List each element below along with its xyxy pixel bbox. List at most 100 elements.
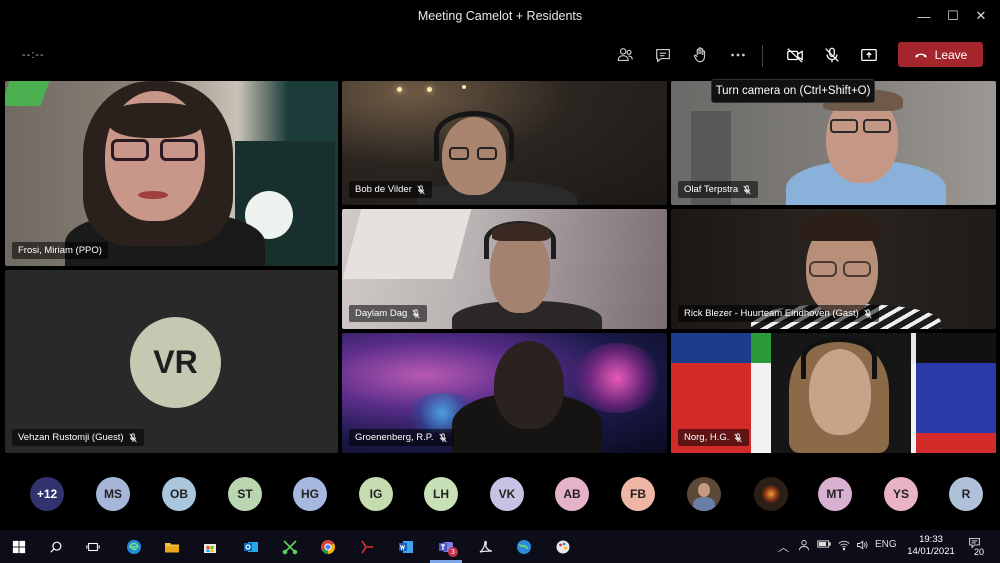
video-tile-rick[interactable]: Rick Blezer - Huurteam Eindhoven (Gast): [671, 209, 996, 329]
more-options-icon[interactable]: [725, 43, 751, 67]
participant-avatar[interactable]: IG: [359, 477, 393, 511]
mic-muted-icon: [864, 308, 872, 318]
participant-name-label: Frosi, Miriam (PPO): [12, 242, 108, 259]
teams-badge: 3: [448, 547, 458, 557]
participant-name: Frosi, Miriam (PPO): [18, 245, 102, 256]
clock-date: 14/01/2021: [907, 546, 955, 557]
person-mouth: [138, 191, 168, 199]
participant-avatar-row: +12 MS OB ST HG IG LH VK AB FB MT YS R: [0, 463, 1000, 529]
word-icon[interactable]: [396, 537, 416, 557]
clock-time: 19:33: [919, 534, 943, 545]
chat-icon[interactable]: [650, 43, 676, 67]
participant-name: Daylam Dag: [355, 308, 408, 319]
participant-name-label: Bob de Vilder: [349, 181, 432, 198]
avatar-photo-body: [693, 497, 715, 511]
participant-name-label: Groenenberg, R.P.: [349, 429, 454, 446]
participant-name: Rick Blezer - Huurteam Eindhoven (Gast): [684, 308, 859, 319]
snipping-tool-icon[interactable]: [280, 537, 300, 557]
participant-name-label: Olaf Terpstra: [678, 181, 759, 198]
edge-browser-icon[interactable]: [124, 537, 144, 557]
ceiling-light: [462, 85, 466, 89]
background-nebula: [572, 343, 662, 413]
store-icon[interactable]: [200, 537, 220, 557]
participant-name: Groenenberg, R.P.: [355, 432, 434, 443]
mic-muted-icon: [412, 308, 420, 318]
task-view-icon[interactable]: [83, 537, 103, 557]
participant-name-label: Daylam Dag: [349, 305, 428, 322]
glasses-left: [449, 147, 469, 160]
glasses-right: [843, 261, 871, 277]
participant-avatar[interactable]: VK: [490, 477, 524, 511]
mic-off-icon[interactable]: [819, 43, 845, 67]
participant-avatar[interactable]: FB: [621, 477, 655, 511]
participant-name: Norg, H.G.: [684, 432, 730, 443]
participant-avatar[interactable]: HG: [293, 477, 327, 511]
participant-name-label: Vehzan Rustomji (Guest): [12, 429, 144, 446]
outlook-icon[interactable]: [241, 537, 261, 557]
acrobat-icon[interactable]: [476, 537, 496, 557]
people-tray-icon[interactable]: [798, 539, 810, 554]
chrome-icon[interactable]: [318, 537, 338, 557]
avatar-photo-face: [698, 483, 710, 497]
camera-tooltip: Turn camera on (Ctrl+Shift+O): [711, 79, 875, 103]
avatar: VR: [130, 317, 221, 408]
maximize-button[interactable]: ☐: [942, 6, 964, 26]
paint-app-icon[interactable]: [553, 537, 573, 557]
participant-name: Bob de Vilder: [355, 184, 412, 195]
mic-muted-icon: [438, 432, 447, 442]
participant-name: Olaf Terpstra: [684, 184, 739, 195]
video-tile-frosi[interactable]: Frosi, Miriam (PPO): [5, 81, 338, 266]
participant-avatar[interactable]: OB: [162, 477, 196, 511]
participant-avatar-photo[interactable]: [687, 477, 721, 511]
windows-start-icon[interactable]: [9, 537, 29, 557]
participant-name: Vehzan Rustomji (Guest): [18, 432, 124, 443]
meeting-timer: --:--: [22, 49, 45, 61]
leave-label: Leave: [934, 47, 968, 62]
search-icon[interactable]: [46, 537, 66, 557]
video-tile-bob[interactable]: Bob de Vilder: [342, 81, 667, 205]
leave-button[interactable]: Leave: [898, 42, 983, 67]
file-explorer-icon[interactable]: [162, 537, 182, 557]
minimize-button[interactable]: —: [913, 6, 935, 26]
volume-icon[interactable]: [856, 539, 868, 554]
background-wall: [342, 209, 472, 279]
close-button[interactable]: ✕: [970, 6, 992, 26]
participants-icon[interactable]: [612, 43, 638, 67]
taskbar-clock[interactable]: 19:33 14/01/2021: [900, 534, 962, 558]
ceiling-light: [427, 87, 432, 92]
glasses-left: [809, 261, 837, 277]
mic-muted-icon: [128, 432, 137, 442]
mic-muted-icon: [734, 432, 743, 442]
headphones: [801, 337, 877, 379]
language-indicator[interactable]: ENG: [875, 539, 897, 550]
participant-avatar[interactable]: MS: [96, 477, 130, 511]
glasses-right: [477, 147, 497, 160]
share-screen-icon[interactable]: [856, 43, 882, 67]
participant-avatar[interactable]: YS: [884, 477, 918, 511]
participant-avatar-photo[interactable]: [754, 477, 788, 511]
participant-avatar[interactable]: LH: [424, 477, 458, 511]
headset: [434, 111, 514, 161]
participant-avatar-overflow[interactable]: +12: [30, 477, 64, 511]
person-fringe: [109, 103, 203, 138]
video-tile-norg[interactable]: Norg, H.G.: [671, 333, 996, 453]
participant-avatar[interactable]: MT: [818, 477, 852, 511]
battery-icon[interactable]: [817, 539, 831, 552]
globe-app-icon[interactable]: [514, 537, 534, 557]
glasses-right: [160, 139, 198, 161]
video-tile-daylam[interactable]: Daylam Dag: [342, 209, 667, 329]
app-icon[interactable]: [357, 537, 377, 557]
participant-avatar[interactable]: AB: [555, 477, 589, 511]
raise-hand-icon[interactable]: [687, 43, 713, 67]
wifi-icon[interactable]: [838, 539, 850, 554]
video-tile-vehzan[interactable]: VR Vehzan Rustomji (Guest): [5, 270, 338, 453]
glasses-left: [830, 119, 858, 133]
teams-icon[interactable]: 3: [436, 537, 458, 557]
window-titlebar: Meeting Camelot + Residents — ☐ ✕: [0, 0, 1000, 33]
participant-avatar[interactable]: ST: [228, 477, 262, 511]
video-tile-groenenberg[interactable]: Groenenberg, R.P.: [342, 333, 667, 453]
background-poster: [671, 333, 751, 363]
show-hidden-icons-chevron-icon[interactable]: ︿: [778, 539, 789, 555]
participant-avatar[interactable]: R: [949, 477, 983, 511]
camera-off-icon[interactable]: [782, 43, 808, 67]
